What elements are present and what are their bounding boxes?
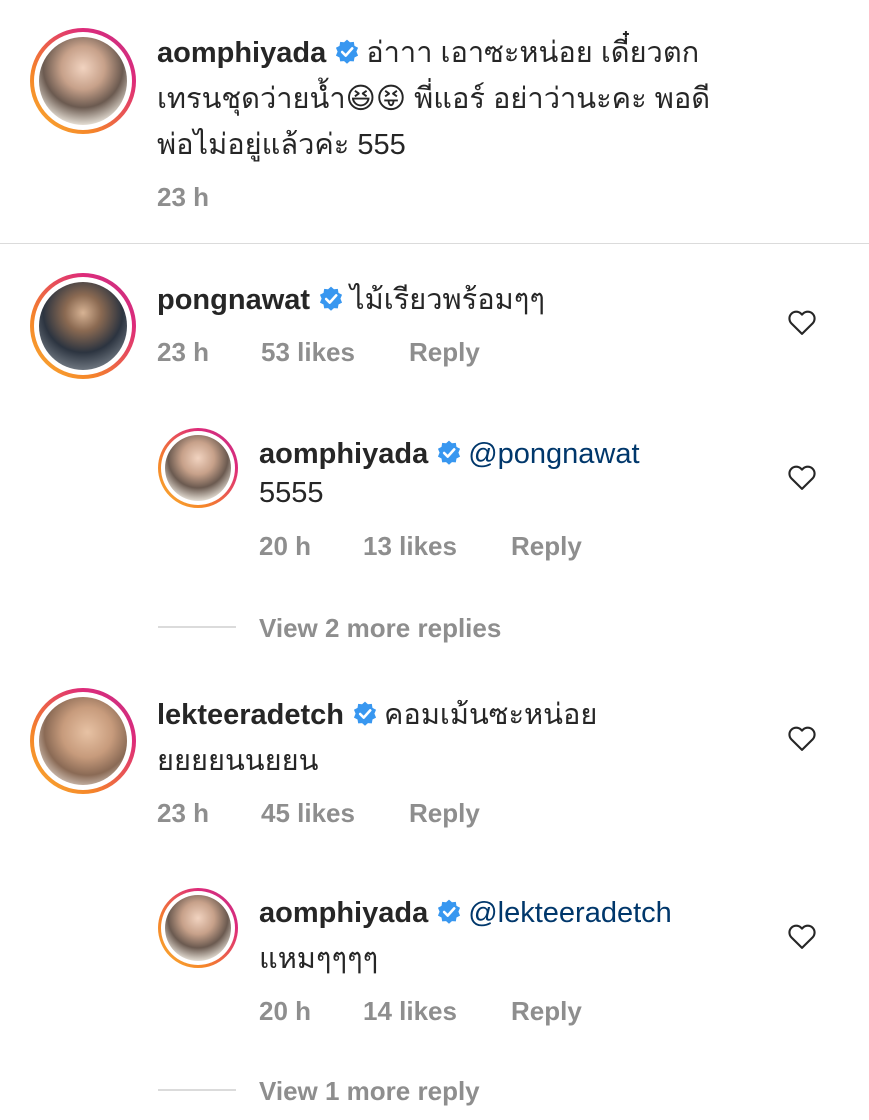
reply-header: aomphiyada @lekteeradetch: [259, 890, 672, 936]
comment-username[interactable]: lekteeradetch: [157, 699, 344, 731]
comment-text-2: ยยยยนนยยน: [157, 745, 319, 777]
reply-likes[interactable]: 14 likes: [363, 996, 457, 1027]
heart-outline-icon[interactable]: [787, 463, 817, 491]
mention-link[interactable]: @pongnawat: [468, 438, 639, 470]
reply-username[interactable]: aomphiyada: [259, 438, 428, 470]
caption-line-3: พ่อไม่อยู่แล้วค่ะ 555: [157, 129, 406, 161]
reply-avatar[interactable]: [158, 888, 238, 968]
caption-username[interactable]: aomphiyada: [157, 37, 326, 69]
comment-likes[interactable]: 53 likes: [261, 337, 355, 368]
caption-divider: [0, 243, 869, 244]
reply-text: 5555: [259, 477, 324, 509]
comment-text: ไม้เรียวพร้อมๆๆ: [350, 284, 545, 316]
view-more-replies[interactable]: View 2 more replies: [259, 613, 501, 644]
mention-link[interactable]: @lekteeradetch: [468, 897, 672, 929]
caption-line-2: เทรนชุดว่ายน้ำ😆😝 พี่แอร์ อย่าว่านะคะ พอด…: [157, 76, 710, 122]
verified-badge-icon: [438, 899, 461, 924]
caption-time: 23 h: [157, 182, 210, 212]
heart-outline-icon[interactable]: [787, 308, 817, 336]
verified-badge-icon: [336, 39, 359, 64]
comment-avatar[interactable]: [30, 688, 136, 794]
comment-time: 23 h: [157, 337, 210, 367]
avatar-photo: [165, 435, 231, 501]
comment-header: pongnawat ไม้เรียวพร้อมๆๆ: [157, 277, 545, 323]
comment-avatar[interactable]: [30, 273, 136, 379]
comment-likes[interactable]: 45 likes: [261, 798, 355, 829]
reply-time: 20 h: [259, 996, 312, 1026]
comment-text: คอมเม้นซะหน่อย: [384, 699, 598, 731]
comment-header: lekteeradetch คอมเม้นซะหน่อย: [157, 692, 597, 738]
avatar-photo: [39, 697, 127, 785]
reply-button[interactable]: Reply: [511, 996, 582, 1027]
view-more-replies[interactable]: View 1 more reply: [259, 1076, 480, 1107]
reply-likes[interactable]: 13 likes: [363, 531, 457, 562]
avatar-photo: [165, 895, 231, 961]
heart-outline-icon[interactable]: [787, 922, 817, 950]
comment-time: 23 h: [157, 798, 210, 828]
view-more-divider: [158, 1089, 236, 1091]
caption-text: อ่าาา เอาซะหน่อย เดี๋ยวตก: [366, 37, 700, 69]
reply-text: แหมๆๆๆๆ: [259, 943, 379, 975]
tongue-emoji-icon: 😝: [375, 83, 407, 115]
reply-avatar[interactable]: [158, 428, 238, 508]
caption-avatar[interactable]: [30, 28, 136, 134]
caption-text-2a: เทรนชุดว่ายน้ำ: [157, 83, 346, 115]
verified-badge-icon: [353, 701, 377, 726]
reply-time: 20 h: [259, 531, 312, 561]
heart-outline-icon[interactable]: [787, 724, 817, 752]
laughing-emoji-icon: 😆: [345, 83, 376, 115]
reply-button[interactable]: Reply: [409, 337, 480, 368]
verified-badge-icon: [438, 440, 461, 465]
reply-button[interactable]: Reply: [409, 798, 480, 829]
caption-line-1: aomphiyada อ่าาา เอาซะหน่อย เดี๋ยวตก: [157, 30, 699, 76]
view-more-divider: [158, 626, 236, 628]
avatar-photo: [39, 282, 127, 370]
comment-username[interactable]: pongnawat: [157, 284, 310, 316]
avatar-photo: [39, 37, 127, 125]
caption-text-2b: พี่แอร์ อย่าว่านะคะ พอดี: [414, 83, 711, 115]
reply-button[interactable]: Reply: [511, 531, 582, 562]
reply-username[interactable]: aomphiyada: [259, 897, 428, 929]
verified-badge-icon: [319, 286, 343, 311]
